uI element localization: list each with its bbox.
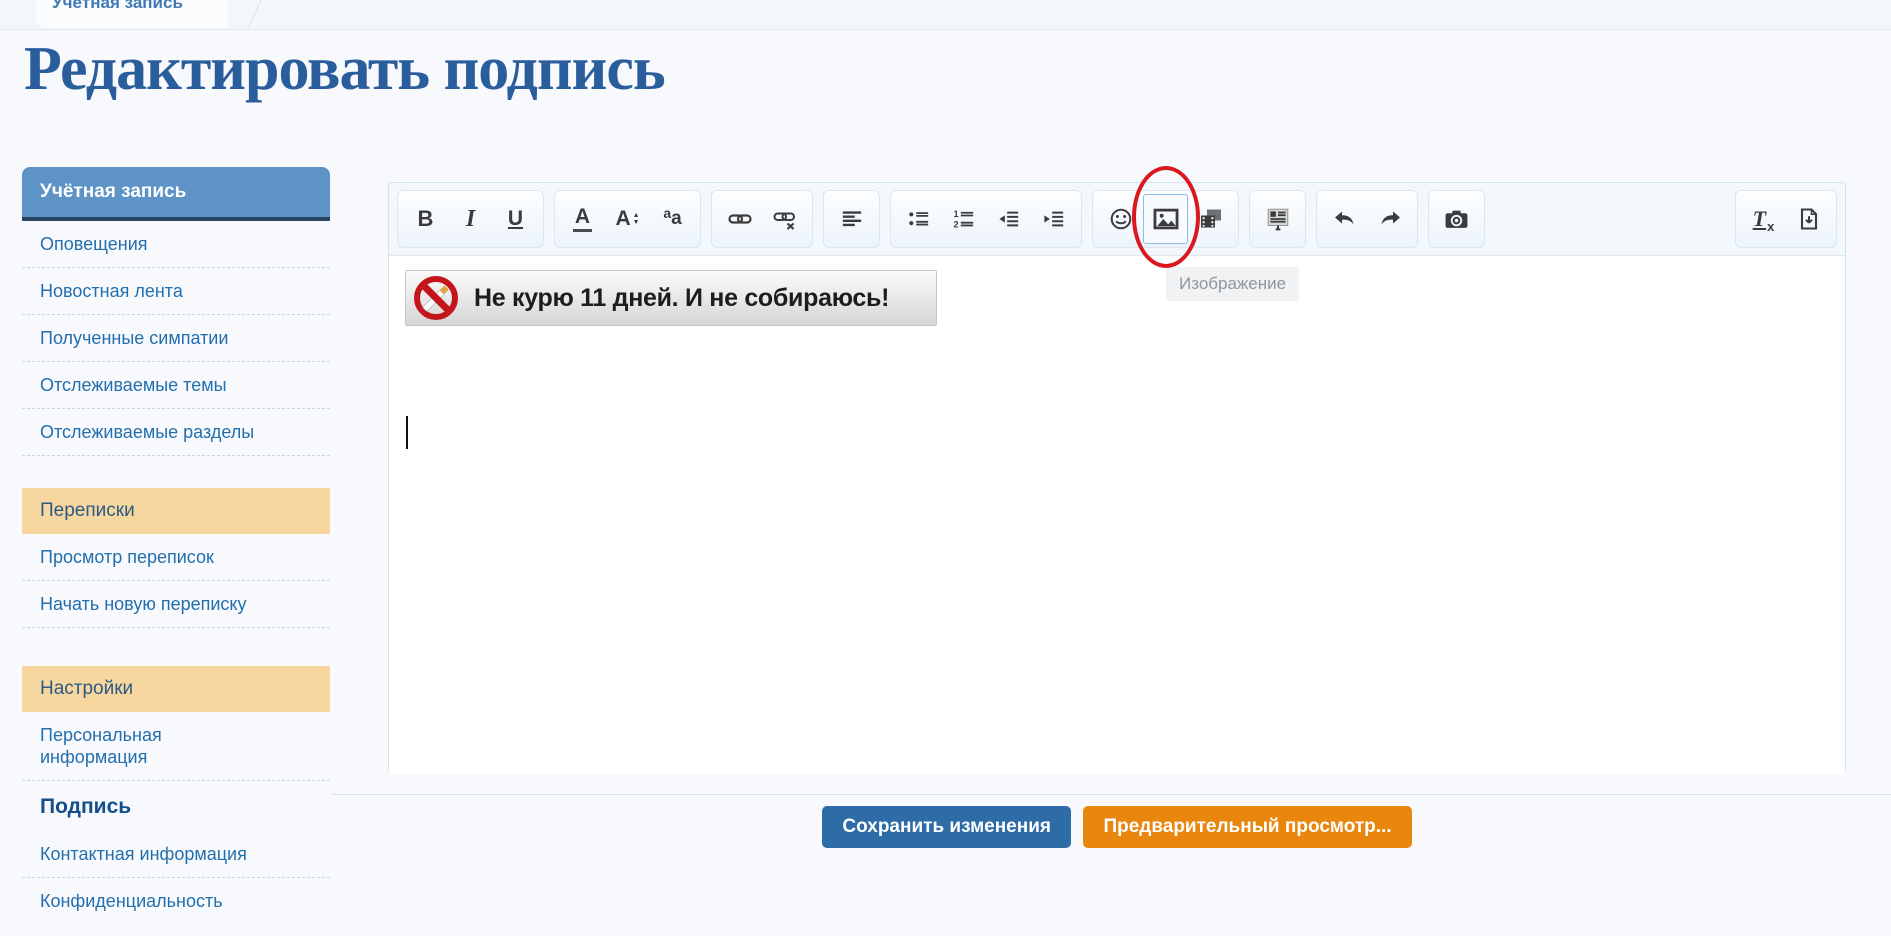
camera-icon <box>1444 207 1469 232</box>
sidebar-item-likes-received[interactable]: Полученные симпатии <box>22 315 330 362</box>
sidebar-item-new-message[interactable]: Начать новую переписку <box>22 581 330 628</box>
bold-button[interactable]: B <box>403 194 448 244</box>
form-actions: Сохранить изменения Предварительный прос… <box>388 806 1846 848</box>
italic-icon: I <box>466 206 475 233</box>
redo-button[interactable] <box>1367 194 1412 244</box>
font-size-arrows-icon: ▲▼ <box>633 212 640 226</box>
toolbar-group-font: A A ▲▼ aa <box>554 190 701 248</box>
outdent-button[interactable] <box>986 194 1031 244</box>
unlink-button[interactable] <box>762 194 807 244</box>
sidebar-item-label: Персональная информация <box>40 724 218 768</box>
font-size-icon: A <box>615 207 630 231</box>
font-family-icon: a <box>663 205 671 221</box>
media-button[interactable] <box>1188 194 1233 244</box>
breadcrumb-tab-account[interactable]: Учётная запись <box>36 0 228 28</box>
italic-button[interactable]: I <box>448 194 493 244</box>
page-title: Редактировать подпись <box>24 34 665 105</box>
preview-button[interactable]: Предварительный просмотр... <box>1083 806 1411 848</box>
text-color-icon: A <box>573 206 592 232</box>
align-left-button[interactable] <box>829 194 874 244</box>
signature-editor: B I U A A ▲▼ aa <box>388 182 1846 773</box>
sidebar-item-followed-topics[interactable]: Отслеживаемые темы <box>22 362 330 409</box>
signature-image[interactable]: Не курю 11 дней. И не собираюсь! <box>405 270 937 326</box>
numbered-list-button[interactable]: 12 <box>941 194 986 244</box>
align-left-icon <box>841 208 863 230</box>
sidebar: Учётная запись Оповещения Новостная лент… <box>22 167 330 924</box>
toolbar-group-undo <box>1316 190 1418 248</box>
account-settings-page: Учётная запись Редактировать подпись Учё… <box>0 0 1891 936</box>
sidebar-item-signature-current[interactable]: Подпись <box>22 781 330 831</box>
toolbar-group-quote <box>1249 190 1306 248</box>
svg-text:2: 2 <box>953 220 958 230</box>
toolbar-group-insert: Изображение <box>1092 190 1239 248</box>
text-color-button[interactable]: A <box>560 194 605 244</box>
unlink-icon <box>773 207 797 231</box>
font-size-button[interactable]: A ▲▼ <box>605 194 650 244</box>
undo-button[interactable] <box>1322 194 1367 244</box>
smiley-button[interactable] <box>1098 194 1143 244</box>
underline-button[interactable]: U <box>493 194 538 244</box>
font-family-button[interactable]: aa <box>650 194 695 244</box>
underline-icon: U <box>508 207 523 231</box>
indent-button[interactable] <box>1031 194 1076 244</box>
outdent-icon <box>998 208 1020 230</box>
bulleted-list-button[interactable] <box>896 194 941 244</box>
signature-image-text: Не курю 11 дней. И не собираюсь! <box>474 284 889 313</box>
image-icon <box>1153 206 1179 232</box>
link-icon <box>728 207 752 231</box>
toolbar-group-camera <box>1428 190 1485 248</box>
text-caret <box>406 416 408 449</box>
sidebar-item-personal-info[interactable]: Персональная информация <box>22 712 330 781</box>
undo-icon <box>1333 207 1357 231</box>
sidebar-header-account: Учётная запись <box>22 167 330 221</box>
redo-icon <box>1378 207 1402 231</box>
numbered-list-icon: 12 <box>953 208 975 230</box>
editor-content-area[interactable]: Не курю 11 дней. И не собираюсь! <box>389 256 1845 774</box>
remove-format-button[interactable]: Tx <box>1741 194 1786 244</box>
sidebar-item-notifications[interactable]: Оповещения <box>22 221 330 268</box>
no-smoking-icon <box>412 274 460 322</box>
remove-format-icon: T <box>1753 206 1766 232</box>
toolbar-group-basicstyles: B I U <box>397 190 544 248</box>
toolbar-group-mode: Tx <box>1735 190 1837 248</box>
toolbar-group-links <box>711 190 813 248</box>
indent-icon <box>1043 208 1065 230</box>
toolbar-group-lists: 12 <box>890 190 1082 248</box>
bulleted-list-icon <box>908 208 930 230</box>
media-icon <box>1199 207 1223 231</box>
link-button[interactable] <box>717 194 762 244</box>
breadcrumb-tab-label: Учётная запись <box>52 0 183 13</box>
bold-icon: B <box>418 206 434 232</box>
camera-button[interactable] <box>1434 194 1479 244</box>
toolbar-group-align <box>823 190 880 248</box>
breadcrumb: Учётная запись <box>0 0 1891 30</box>
sidebar-item-privacy[interactable]: Конфиденциальность <box>22 878 330 924</box>
sidebar-item-followed-forums[interactable]: Отслеживаемые разделы <box>22 409 330 456</box>
sidebar-header-settings: Настройки <box>22 666 330 712</box>
sidebar-item-news-feed[interactable]: Новостная лента <box>22 268 330 315</box>
quote-button[interactable] <box>1255 194 1300 244</box>
sidebar-header-messenger: Переписки <box>22 488 330 534</box>
save-button[interactable]: Сохранить изменения <box>822 806 1071 848</box>
editor-toolbar: B I U A A ▲▼ aa <box>389 183 1845 256</box>
source-mode-icon <box>1797 207 1821 231</box>
section-divider <box>332 794 1891 795</box>
svg-text:1: 1 <box>953 209 958 219</box>
sidebar-item-contact-info[interactable]: Контактная информация <box>22 831 330 878</box>
sidebar-item-view-messages[interactable]: Просмотр переписок <box>22 534 330 581</box>
quote-icon <box>1265 206 1291 232</box>
smiley-icon <box>1109 207 1133 231</box>
source-mode-button[interactable] <box>1786 194 1831 244</box>
image-tooltip: Изображение <box>1166 267 1299 301</box>
image-button[interactable]: Изображение <box>1143 194 1188 244</box>
